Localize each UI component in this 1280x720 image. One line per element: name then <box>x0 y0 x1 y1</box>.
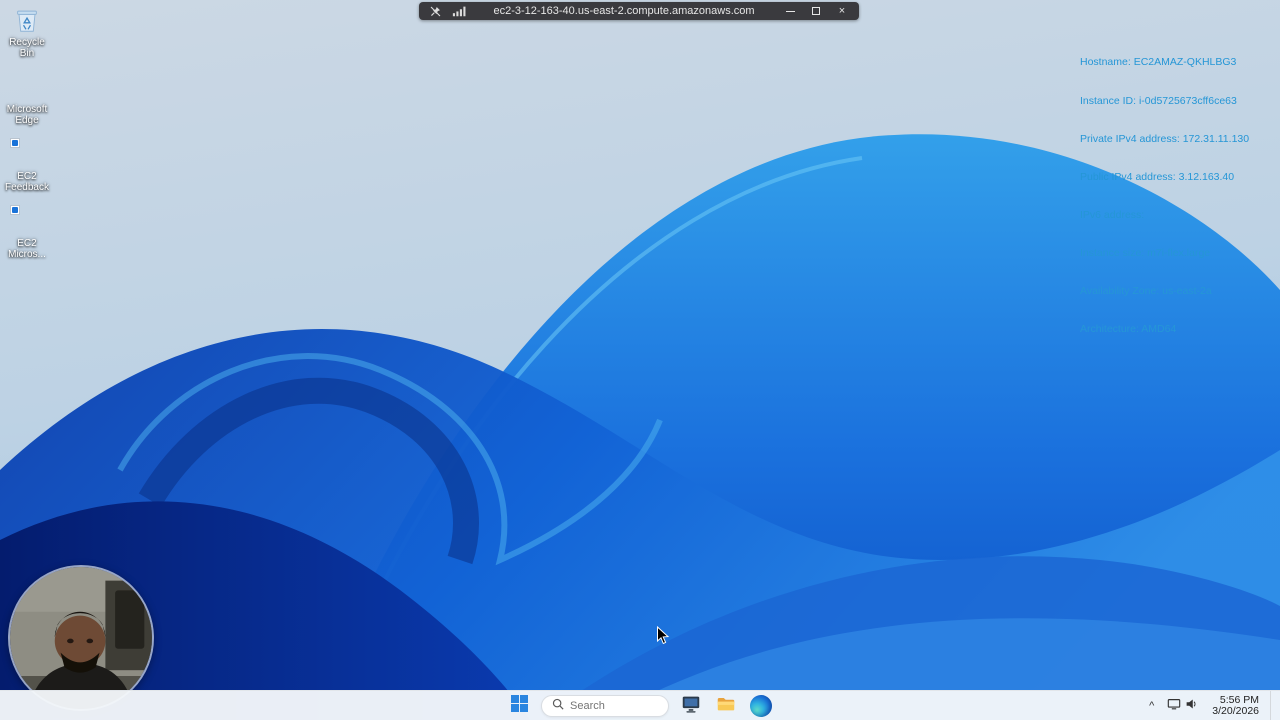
info-hostname: Hostname: EC2AMAZ-QKHLBG3 <box>1080 56 1237 69</box>
shortcut-badge-icon <box>10 138 20 148</box>
windows-logo-icon <box>510 695 528 717</box>
desktop-icon-ec2-microsoft[interactable]: EC2 Micros... <box>0 205 54 260</box>
rdp-restore-button[interactable] <box>803 3 829 19</box>
tray-monitor-icon <box>1167 697 1181 716</box>
desktop-icon-recycle-bin[interactable]: Recycle Bin <box>0 5 54 59</box>
info-public-ipv4: Public IPv4 address: 3.12.163.40 <box>1080 170 1235 183</box>
taskbar: ^ 5:56 PM 3/20/2026 <box>0 690 1280 720</box>
recycle-bin-icon <box>12 5 42 35</box>
info-instance-id: Instance ID: i-0d5725673cff6ce63 <box>1080 94 1237 107</box>
taskbar-app-file-explorer[interactable] <box>713 693 739 719</box>
rdp-minimize-button[interactable] <box>777 3 803 19</box>
edge-shortcut-icon <box>10 138 42 169</box>
desktop-icon-label: Microsoft Edge <box>6 104 48 126</box>
info-private-ipv4: Private IPv4 address: 172.31.11.130 <box>1080 132 1250 145</box>
desktop-icon-microsoft-edge[interactable]: Microsoft Edge <box>0 72 54 126</box>
instance-info-overlay: Hostname: EC2AMAZ-QKHLBG3 Instance ID: i… <box>1080 31 1249 349</box>
edge-shortcut-icon <box>10 205 42 236</box>
desktop-icon-label: EC2 Feedback <box>5 171 49 193</box>
monitor-app-icon <box>680 693 702 720</box>
start-button[interactable] <box>506 693 532 719</box>
desktop-icon-ec2-feedback[interactable]: EC2 Feedback <box>0 138 54 193</box>
rdp-close-button[interactable]: × <box>829 3 855 19</box>
desktop-icon-label: Recycle Bin <box>9 37 45 59</box>
info-ipv6: IPv6 address: <box>1080 208 1145 221</box>
info-instance-size: Instance size: m7i-flex.large <box>1080 246 1211 259</box>
info-availability-zone: Availability Zone: us-east-2a <box>1080 285 1212 298</box>
tray-volume-icon <box>1184 697 1198 716</box>
tray-date: 3/20/2026 <box>1212 705 1259 717</box>
info-architecture: Architecture: AMD64 <box>1080 323 1177 336</box>
show-desktop-button[interactable] <box>1270 691 1275 720</box>
taskbar-app-edge[interactable] <box>748 693 774 719</box>
folder-icon <box>715 693 737 720</box>
tray-clock[interactable]: 5:56 PM 3/20/2026 <box>1208 693 1263 720</box>
taskbar-tray-group: ^ 5:56 PM 3/20/2026 <box>1146 691 1275 720</box>
taskbar-center-group <box>506 691 774 720</box>
shortcut-badge-icon <box>10 205 20 215</box>
pin-slash-icon[interactable] <box>426 4 444 18</box>
tray-chevron-up-icon[interactable]: ^ <box>1146 700 1157 712</box>
taskbar-app-monitor[interactable] <box>678 693 704 719</box>
edge-icon <box>12 72 42 102</box>
desktop-icon-column: Recycle Bin Microsoft Edge EC2 Feedback … <box>0 5 54 260</box>
search-icon <box>552 697 564 715</box>
rdp-host-title: ec2-3-12-163-40.us-east-2.compute.amazon… <box>493 5 755 17</box>
edge-browser-icon <box>750 695 772 717</box>
connection-signal-icon[interactable] <box>450 4 468 18</box>
desktop-icon-label: EC2 Micros... <box>8 238 46 260</box>
taskbar-search[interactable] <box>541 695 669 717</box>
tray-status-icons[interactable] <box>1164 695 1201 718</box>
search-input[interactable] <box>570 700 656 712</box>
mouse-cursor <box>657 626 670 645</box>
rdp-connection-bar: ec2-3-12-163-40.us-east-2.compute.amazon… <box>419 2 859 20</box>
